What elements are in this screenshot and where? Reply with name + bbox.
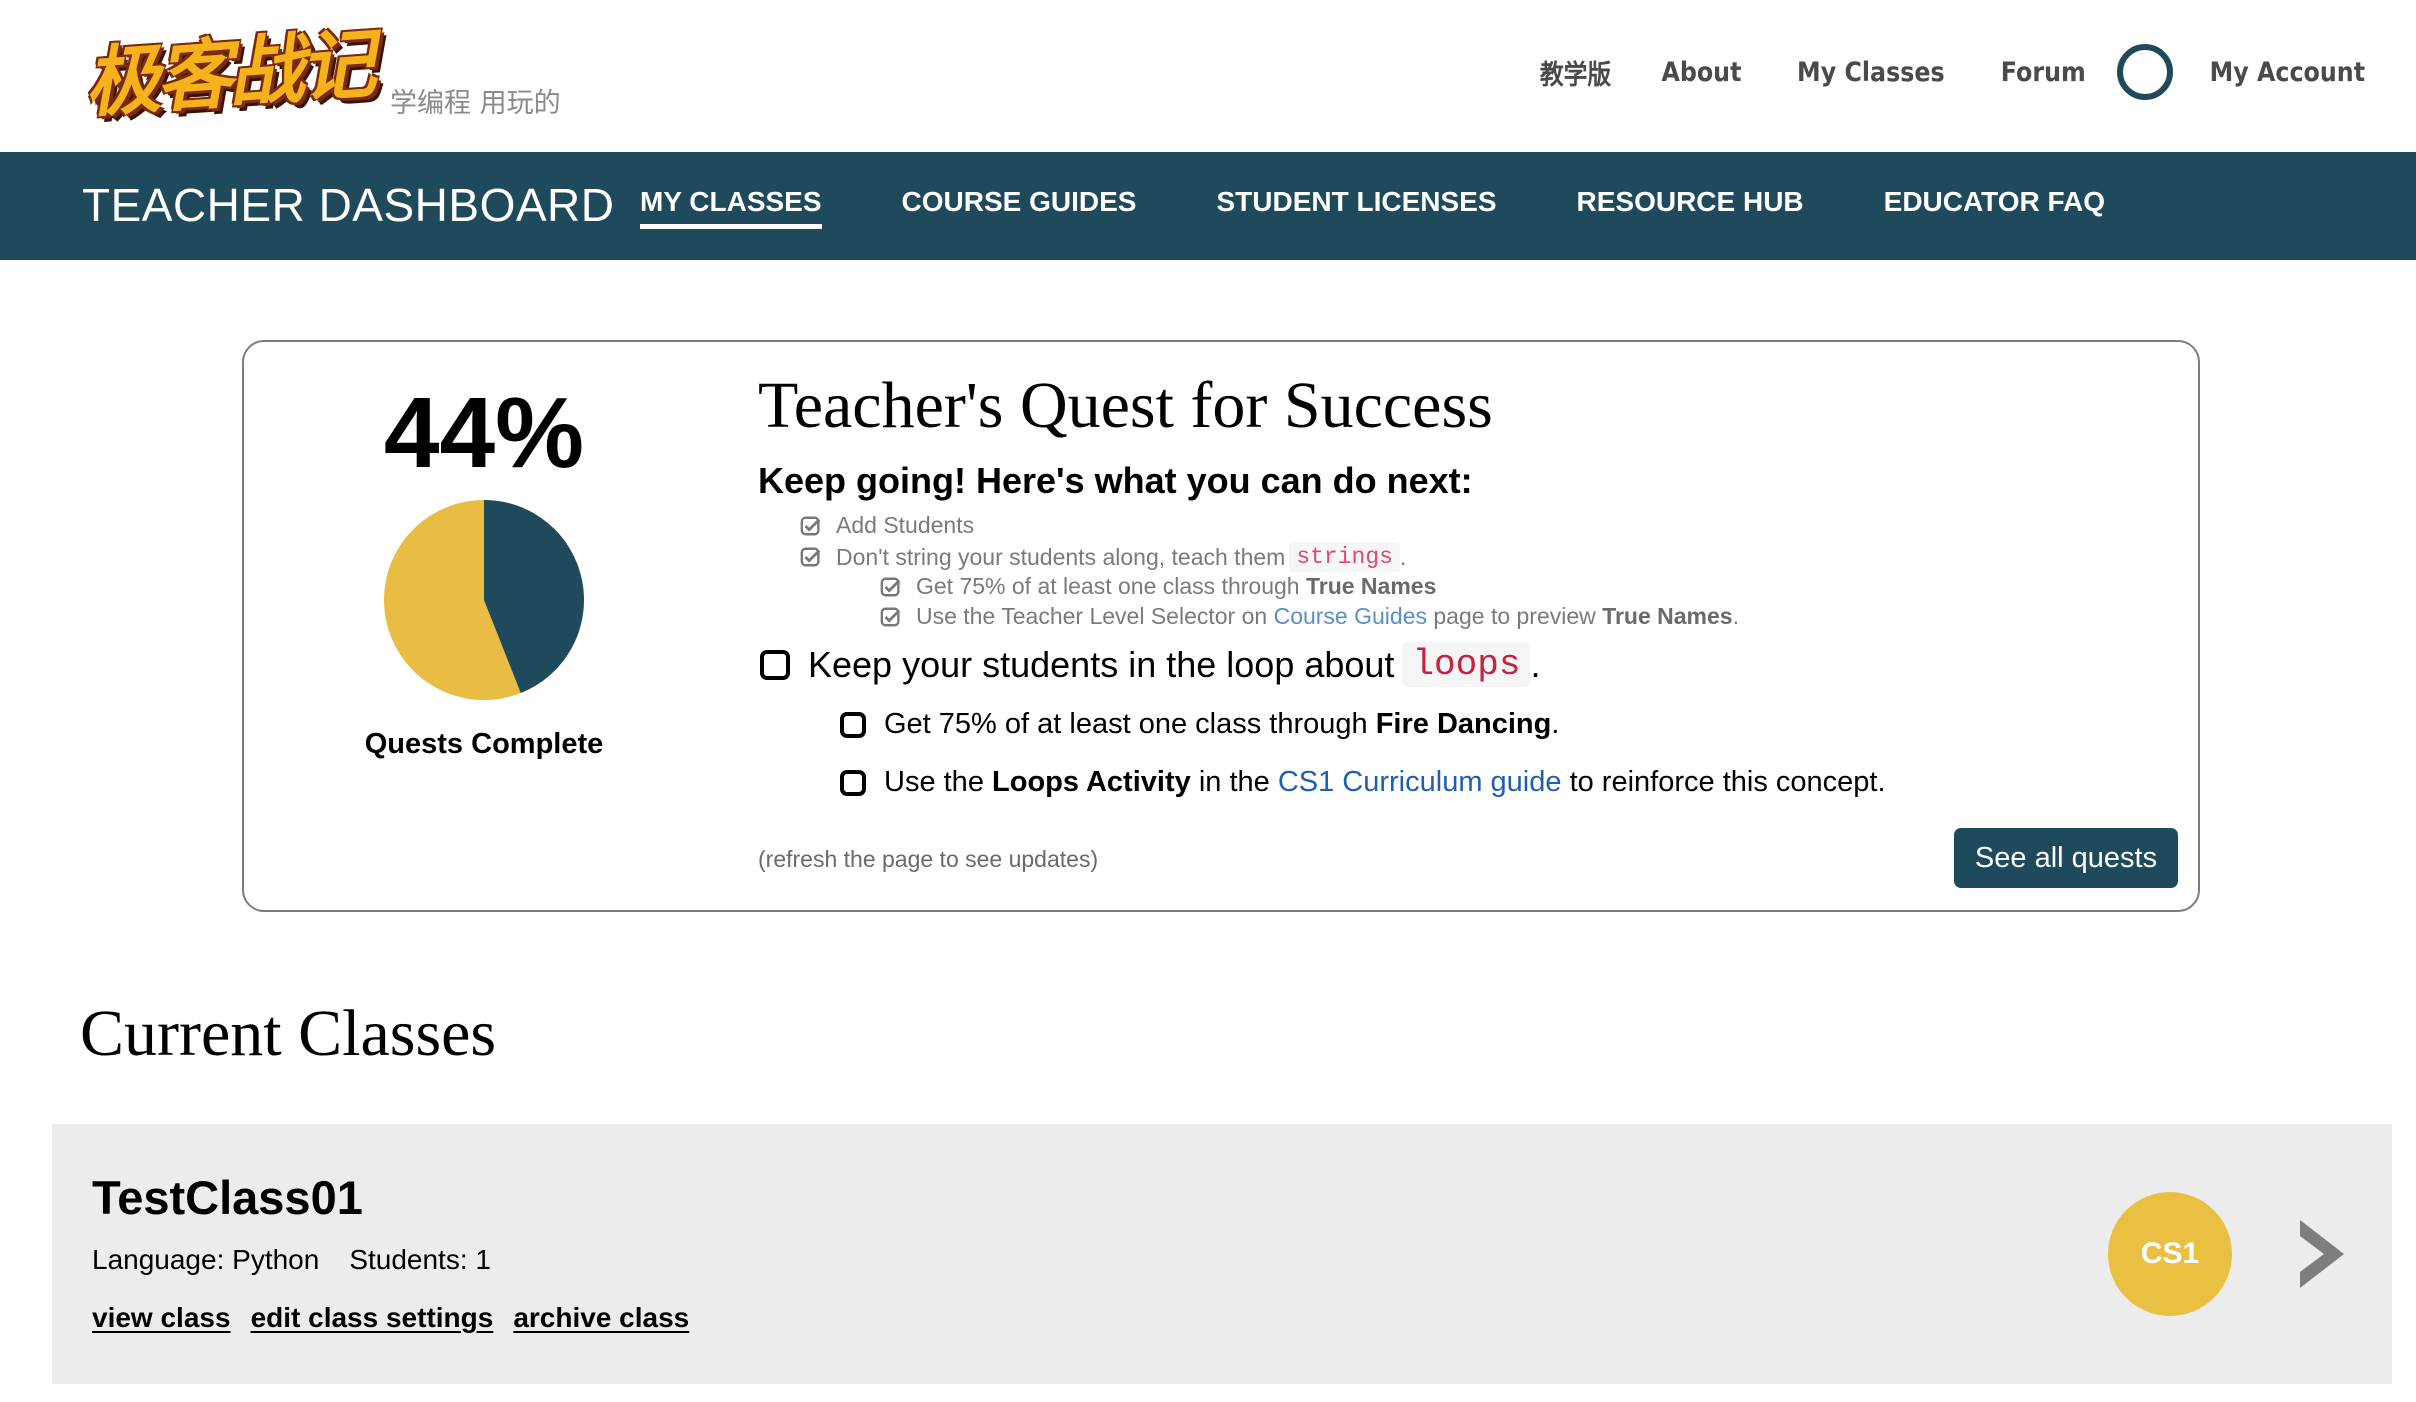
quest-panel: 44% Quests Complete Teacher's Quest for … (242, 340, 2200, 912)
quest-title: Teacher's Quest for Success (758, 369, 1493, 442)
chevron-right-icon[interactable] (2296, 1216, 2348, 1292)
logo-wordmark: 极客战记 (81, 19, 375, 128)
top-header: 极客战记 学编程 用玩的 教学版 About My Classes Forum … (0, 0, 2416, 152)
top-nav: 教学版 About My Classes Forum My Account (1495, 44, 2376, 100)
dashboard-nav: MY CLASSES COURSE GUIDES STUDENT LICENSE… (640, 186, 2185, 229)
quest-done-add-students: Add Students (800, 512, 974, 539)
checked-box-icon (880, 607, 901, 626)
class-actions: view class edit class settings archive c… (92, 1302, 709, 1334)
quest-done-level-selector: Use the Teacher Level Selector on Course… (880, 603, 1739, 630)
quest-done-strings: Don't string your students along, teach … (800, 542, 1406, 572)
quest-subtitle: Keep going! Here's what you can do next: (758, 460, 1473, 501)
activity-name: Loops Activity (992, 766, 1191, 798)
checked-box-icon (880, 577, 901, 596)
unchecked-box-icon[interactable] (840, 711, 866, 738)
nav-my-classes[interactable]: My Classes (1797, 57, 1945, 88)
quest-percent: 44% (383, 377, 585, 489)
class-card[interactable]: TestClass01 Language: Python Students: 1… (52, 1124, 2392, 1384)
refresh-note: (refresh the page to see updates) (758, 846, 1099, 872)
quest-todo-label: Get 75% of at least one class through (884, 708, 1368, 740)
nav-my-account[interactable]: My Account (2210, 57, 2365, 88)
course-badge: CS1 (2108, 1192, 2232, 1316)
nav-forum[interactable]: Forum (2001, 57, 2086, 88)
quest-todo-label: Use the (884, 766, 984, 798)
code-loops: loops (1402, 642, 1531, 687)
level-name: True Names (1602, 603, 1733, 629)
dashboard-title: TEACHER DASHBOARD (82, 179, 615, 231)
class-name: TestClass01 (92, 1171, 363, 1224)
tab-educator-faq[interactable]: EDUCATOR FAQ (1884, 186, 2105, 229)
class-meta: Language: Python Students: 1 (92, 1244, 491, 1276)
level-name: Fire Dancing (1375, 708, 1552, 740)
nav-about[interactable]: About (1662, 57, 1742, 88)
tab-my-classes[interactable]: MY CLASSES (640, 186, 822, 229)
quest-done-label: Add Students (836, 512, 975, 538)
unchecked-box-icon[interactable] (760, 649, 790, 680)
edit-class-settings-link[interactable]: edit class settings (251, 1302, 494, 1334)
quest-todo-label: Keep your students in the loop about (808, 643, 1395, 685)
punctuation: . (1551, 708, 1560, 740)
site-logo[interactable]: 极客战记 学编程 用玩的 (81, 19, 561, 128)
quest-progress-label: Quests Complete (364, 728, 604, 760)
quest-progress-pie (384, 500, 585, 700)
checked-box-icon (800, 516, 821, 535)
archive-class-link[interactable]: archive class (513, 1302, 689, 1334)
quest-done-true-names: Get 75% of at least one class through Tr… (880, 573, 1436, 600)
quest-todo-label: to reinforce this concept. (1569, 766, 1886, 798)
punctuation: . (1399, 543, 1407, 570)
punctuation: . (1732, 603, 1739, 629)
checked-box-icon (800, 547, 821, 567)
current-classes-heading: Current Classes (80, 997, 497, 1070)
quest-done-label: Don't string your students along, teach … (836, 543, 1286, 570)
punctuation: . (1530, 643, 1541, 685)
quest-todo-label: in the (1198, 766, 1270, 798)
quest-done-label: Use the Teacher Level Selector on (916, 603, 1268, 629)
avatar[interactable] (2117, 44, 2174, 100)
quest-done-label: Get 75% of at least one class through (916, 573, 1300, 599)
quest-todo-loops: Keep your students in the loop about loo… (760, 642, 1540, 687)
class-student-count: Students: 1 (349, 1244, 491, 1275)
course-guides-link[interactable]: Course Guides (1274, 603, 1427, 630)
class-language: Language: Python (92, 1244, 320, 1275)
tab-course-guides[interactable]: COURSE GUIDES (902, 186, 1137, 229)
teacher-dashboard-bar: TEACHER DASHBOARD MY CLASSES COURSE GUID… (0, 152, 2416, 260)
level-name: True Names (1305, 573, 1437, 599)
quest-done-label: page to preview (1433, 603, 1596, 629)
unchecked-box-icon[interactable] (840, 769, 866, 796)
quest-todo-fire-dancing: Get 75% of at least one class through Fi… (840, 708, 1559, 741)
nav-teacher-edition[interactable]: 教学版 (1540, 53, 1611, 92)
see-all-quests-button[interactable]: See all quests (1954, 828, 2178, 888)
code-strings: strings (1289, 542, 1400, 572)
view-class-link[interactable]: view class (92, 1302, 231, 1334)
tab-student-licenses[interactable]: STUDENT LICENSES (1216, 186, 1496, 229)
quest-todo-loops-activity: Use the Loops Activity in the CS1 Curric… (840, 766, 1886, 799)
cs1-curriculum-guide-link[interactable]: CS1 Curriculum guide (1278, 766, 1562, 799)
tab-resource-hub[interactable]: RESOURCE HUB (1577, 186, 1804, 229)
logo-tagline: 学编程 用玩的 (390, 88, 561, 119)
